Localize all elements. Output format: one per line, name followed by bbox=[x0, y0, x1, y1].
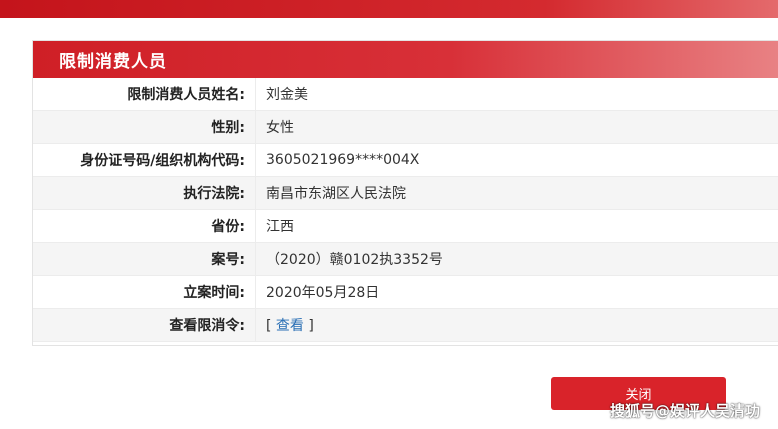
name-label: 限制消费人员姓名: bbox=[33, 78, 256, 111]
table-row: 立案时间: 2020年05月28日 bbox=[33, 275, 778, 309]
gender-value: 女性 bbox=[255, 110, 778, 144]
id-number-label: 身份证号码/组织机构代码: bbox=[33, 143, 256, 177]
gender-label: 性别: bbox=[33, 110, 256, 144]
table-row: 省份: 江西 bbox=[33, 209, 778, 243]
case-number-value: （2020）赣0102执3352号 bbox=[255, 242, 778, 276]
restricted-person-panel: 限制消费人员 限制消费人员姓名: 刘金美 性别: 女性 身份证号码/组织机构代码… bbox=[32, 40, 778, 346]
filing-date-value: 2020年05月28日 bbox=[255, 275, 778, 309]
top-banner bbox=[0, 0, 778, 18]
table-row: 查看限消令: [ 查看 ] bbox=[33, 308, 778, 342]
table-row: 性别: 女性 bbox=[33, 110, 778, 144]
table-row: 限制消费人员姓名: 刘金美 bbox=[33, 78, 778, 111]
province-label: 省份: bbox=[33, 209, 256, 243]
bracket-close: ] bbox=[303, 318, 314, 334]
view-order-link[interactable]: 查看 bbox=[276, 318, 304, 334]
court-value: 南昌市东湖区人民法院 bbox=[255, 176, 778, 210]
table-row: 身份证号码/组织机构代码: 3605021969****004X bbox=[33, 143, 778, 177]
court-label: 执行法院: bbox=[33, 176, 256, 210]
watermark: 搜狐号@娱评人吴清功 bbox=[609, 402, 760, 420]
id-number-value: 3605021969****004X bbox=[255, 143, 778, 177]
view-order-label: 查看限消令: bbox=[33, 308, 256, 342]
info-table: 限制消费人员姓名: 刘金美 性别: 女性 身份证号码/组织机构代码: 36050… bbox=[33, 78, 778, 342]
filing-date-label: 立案时间: bbox=[33, 275, 256, 309]
bracket-open: [ bbox=[266, 318, 276, 334]
case-number-label: 案号: bbox=[33, 242, 256, 276]
panel-title: 限制消费人员 bbox=[59, 52, 167, 72]
province-value: 江西 bbox=[255, 209, 778, 243]
panel-header: 限制消费人员 bbox=[33, 41, 778, 78]
table-row: 案号: （2020）赣0102执3352号 bbox=[33, 242, 778, 276]
name-value: 刘金美 bbox=[255, 78, 778, 111]
table-row: 执行法院: 南昌市东湖区人民法院 bbox=[33, 176, 778, 210]
view-order-cell: [ 查看 ] bbox=[255, 308, 778, 342]
